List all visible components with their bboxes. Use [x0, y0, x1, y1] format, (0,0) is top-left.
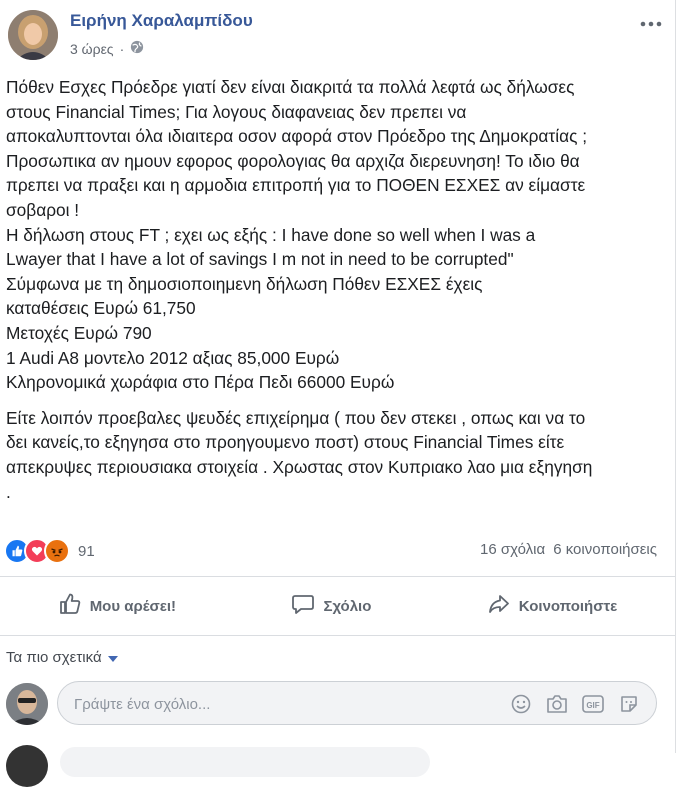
reactions-summary[interactable]: 91 — [4, 538, 95, 564]
post-body: Πόθεν Εσχες Πρόεδρε γιατί δεν είναι διακ… — [6, 75, 666, 504]
action-bar: Μου αρέσει! Σχόλιο Κοινοποιήστε — [0, 588, 675, 624]
like-button[interactable]: Μου αρέσει! — [58, 592, 176, 620]
post-line: στους Financial Times; Για λογους διαφαν… — [6, 101, 467, 122]
post-line: Σύμφωνα με τη δημοσιοποιημενη δήλωση Πόθ… — [6, 273, 483, 294]
post-stats: 16 σχόλια 6 κοινοποιήσεις — [480, 541, 657, 558]
post-line: Πόθεν Εσχες Πρόεδρε γιατί δεν είναι διακ… — [6, 77, 575, 97]
share-count[interactable]: 6 κοινοποιήσεις — [553, 541, 657, 558]
speech-bubble-icon — [291, 592, 315, 620]
post-line: Είτε λοιπόν προεβαλες ψευδές επιχείρημα … — [6, 407, 586, 428]
post-line: . — [6, 481, 11, 502]
gif-icon[interactable]: GIF — [582, 693, 604, 715]
sticker-icon[interactable] — [618, 693, 640, 715]
camera-icon[interactable] — [546, 693, 568, 715]
post-meta: 3 ώρες · — [70, 40, 144, 57]
more-options-icon[interactable] — [640, 10, 662, 33]
feed-post: Ειρήνη Χαραλαμπίδου 3 ώρες · Πόθεν Εσχες… — [0, 0, 676, 787]
reaction-count[interactable]: 91 — [78, 543, 95, 560]
share-button[interactable]: Κοινοποιήστε — [487, 592, 618, 620]
share-arrow-icon — [487, 592, 511, 620]
divider — [0, 576, 675, 577]
post-line: Κληρονομικά χωράφια στο Πέρα Πεδι 66000 … — [6, 372, 395, 393]
post-line: 1 Audi A8 μοντελο 2012 αξιας 85,000 Ευρώ — [6, 347, 340, 368]
svg-text:GIF: GIF — [586, 701, 599, 710]
comment-sort-label: Τα πιο σχετικά — [6, 649, 102, 666]
comment-input[interactable] — [72, 692, 476, 716]
post-line: δει κανείς,το εξηγησα στο προηγουμενο πο… — [6, 432, 565, 453]
post-line: πρεπει να πραξει και η αρμοδια επιτροπή … — [6, 175, 586, 196]
comment-composer[interactable]: GIF — [57, 681, 657, 725]
emoji-icon[interactable] — [510, 693, 532, 715]
author-name[interactable]: Ειρήνη Χαραλαμπίδου — [70, 11, 253, 31]
thumbs-up-icon — [58, 592, 82, 620]
share-label: Κοινοποιήστε — [518, 597, 618, 615]
next-comment-avatar[interactable] — [6, 745, 48, 787]
post-line: αποκαλυπτονται όλα ιδιαιτερα οσον αφορά … — [6, 126, 588, 147]
post-line: απεκρυψες περιουσιακα στοιχεία . Χρωστας… — [6, 456, 593, 477]
post-line: Μετοχές Ευρώ 790 — [6, 322, 152, 343]
post-timestamp[interactable]: 3 ώρες — [70, 41, 114, 57]
comment-count[interactable]: 16 σχόλια — [480, 541, 545, 558]
comment-sort-dropdown[interactable]: Τα πιο σχετικά — [6, 649, 118, 666]
author-avatar[interactable] — [8, 10, 58, 60]
angry-icon — [44, 538, 70, 564]
next-comment-bubble — [60, 747, 430, 777]
comment-label: Σχόλιο — [323, 597, 372, 615]
comment-button[interactable]: Σχόλιο — [291, 592, 371, 620]
divider — [0, 635, 675, 636]
caret-down-icon — [107, 649, 118, 666]
globe-icon[interactable] — [130, 40, 144, 57]
post-line: σοβαροι ! — [6, 199, 80, 220]
like-label: Μου αρέσει! — [89, 597, 177, 615]
post-line: καταθέσεις Ευρώ 61,750 — [6, 298, 196, 319]
user-avatar[interactable] — [6, 683, 48, 725]
post-line: Η δήλωση στους FT ; εχει ως εξής : I hav… — [6, 224, 536, 245]
post-line: Lwayer that I have a lot of savings I m … — [6, 249, 514, 270]
post-line: Προσωπικα αν ημουν εφορος φορολογιας θα … — [6, 150, 580, 171]
